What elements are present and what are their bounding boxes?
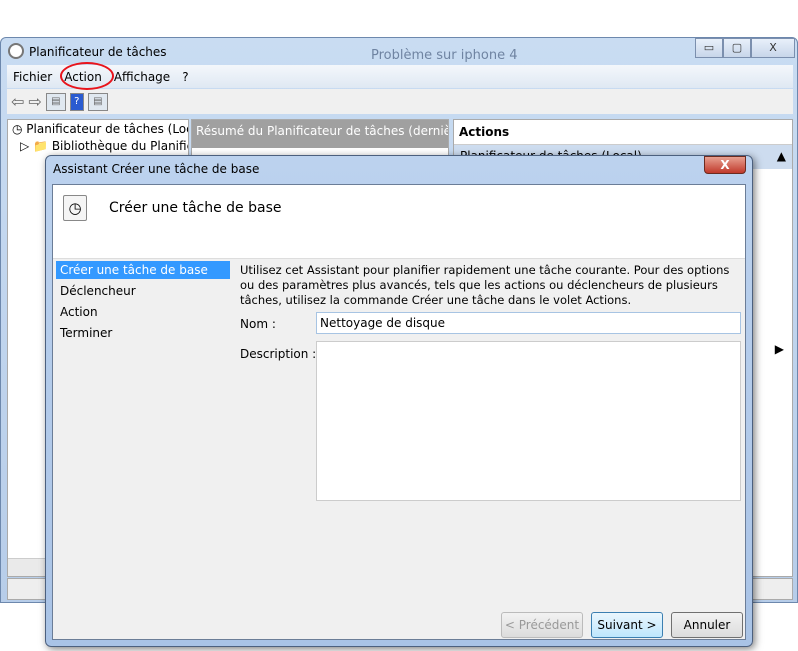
show-tree-icon[interactable]: ▤ [45,92,66,111]
actions-header: Actions [454,120,792,145]
menu-help[interactable]: ? [176,70,194,84]
forward-icon[interactable]: ⇨ [28,92,41,111]
help-icon[interactable]: ? [69,92,84,111]
window-title: Planificateur de tâches [29,45,167,59]
intro-text: Utilisez cet Assistant pour planifier ra… [240,263,730,307]
dialog-heading: Créer une tâche de base [109,200,282,216]
toolbar: ⇦ ⇨ ▤ ? ▤ [7,89,793,114]
task-clock-icon: ◷ [63,195,87,221]
background-text: Problème sur iphone 4 [371,48,518,63]
description-textarea[interactable] [316,341,741,501]
name-input[interactable]: Nettoyage de disque [316,312,741,334]
menu-affichage[interactable]: Affichage [108,70,176,84]
nav-step-action[interactable]: Action [56,303,230,321]
maximize-button[interactable]: ▢ [723,38,751,58]
menu-bar: Fichier Action Affichage ? [7,65,793,88]
previous-button[interactable]: < Précédent [501,612,583,638]
tree-root[interactable]: ◷ Planificateur de tâches (Local) [8,120,188,138]
create-basic-task-dialog: Assistant Créer une tâche de base X ◷ Cr… [45,155,753,647]
clock-icon [8,43,24,59]
description-label: Description : [240,347,317,361]
nav-step-finish[interactable]: Terminer [56,324,230,342]
summary-header: Résumé du Planificateur de tâches (derni… [192,120,448,148]
red-annotation-circle [60,62,114,90]
minimize-button[interactable]: ▭ [695,38,723,58]
name-label: Nom : [240,317,276,331]
menu-fichier[interactable]: Fichier [7,70,58,84]
nav-step-create[interactable]: Créer une tâche de base [56,261,230,279]
nav-step-trigger[interactable]: Déclencheur [56,282,230,300]
submenu-arrow-icon[interactable]: ▶ [775,342,784,356]
close-button[interactable]: X [751,38,795,58]
dialog-close-button[interactable]: X [704,156,746,174]
cancel-button[interactable]: Annuler [671,612,743,638]
dialog-title: Assistant Créer une tâche de base [53,162,260,176]
tree-library[interactable]: ▷ 📁 Bibliothèque du Planificateur de tâc… [8,138,188,154]
dialog-header: ◷ Créer une tâche de base [53,185,745,259]
back-icon[interactable]: ⇦ [11,92,24,111]
next-button[interactable]: Suivant > [591,612,663,638]
show-actions-icon[interactable]: ▤ [87,92,108,111]
